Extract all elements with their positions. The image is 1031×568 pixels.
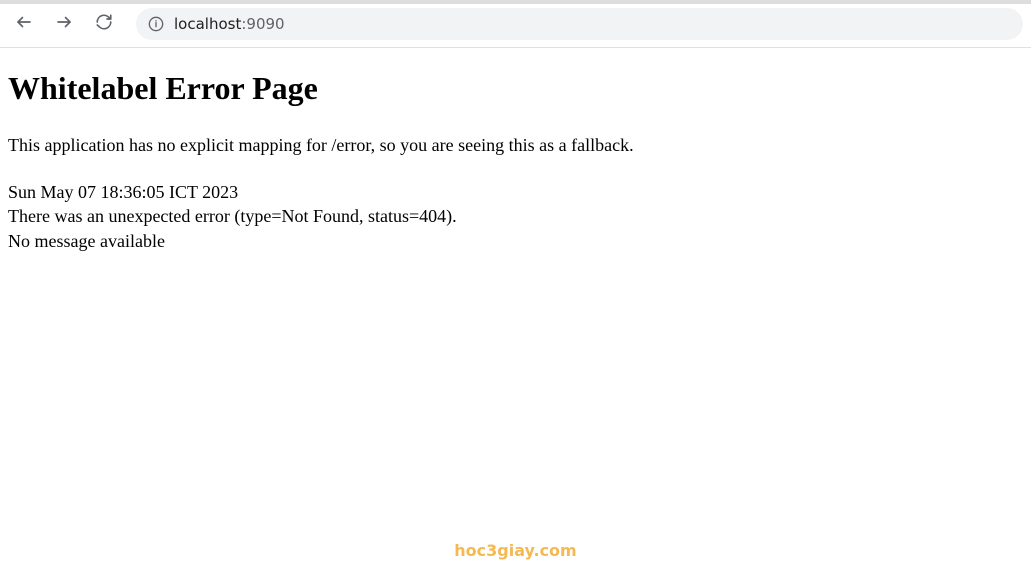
watermark: hoc3giay.com <box>454 541 576 560</box>
address-bar[interactable]: localhost:9090 <box>136 8 1023 40</box>
info-icon <box>148 16 164 32</box>
error-message: No message available <box>8 229 1023 253</box>
back-button[interactable] <box>8 8 40 40</box>
url-host: localhost <box>174 15 241 33</box>
arrow-right-icon <box>55 13 73 35</box>
error-title: Whitelabel Error Page <box>8 70 1023 107</box>
reload-icon <box>95 13 113 35</box>
arrow-left-icon <box>15 13 33 35</box>
reload-button[interactable] <box>88 8 120 40</box>
error-timestamp: Sun May 07 18:36:05 ICT 2023 <box>8 180 1023 204</box>
error-detail: There was an unexpected error (type=Not … <box>8 204 1023 228</box>
browser-toolbar: localhost:9090 <box>0 0 1031 48</box>
error-description: This application has no explicit mapping… <box>8 135 1023 156</box>
url-text: localhost:9090 <box>174 14 285 33</box>
url-port: :9090 <box>241 15 284 33</box>
tab-bar-shadow <box>0 0 1031 4</box>
forward-button[interactable] <box>48 8 80 40</box>
page-content: Whitelabel Error Page This application h… <box>0 48 1031 261</box>
